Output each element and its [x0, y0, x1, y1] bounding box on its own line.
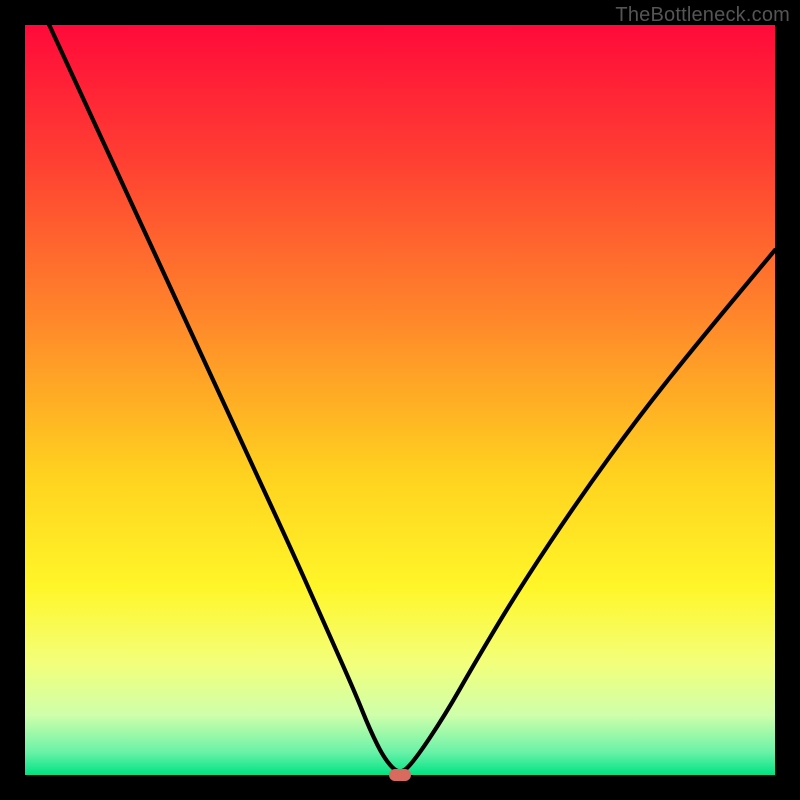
bottleneck-minimum-marker	[389, 769, 411, 781]
chart-frame: TheBottleneck.com	[0, 0, 800, 800]
bottleneck-curve	[25, 25, 775, 775]
plot-area	[25, 25, 775, 775]
watermark-label: TheBottleneck.com	[615, 4, 790, 27]
